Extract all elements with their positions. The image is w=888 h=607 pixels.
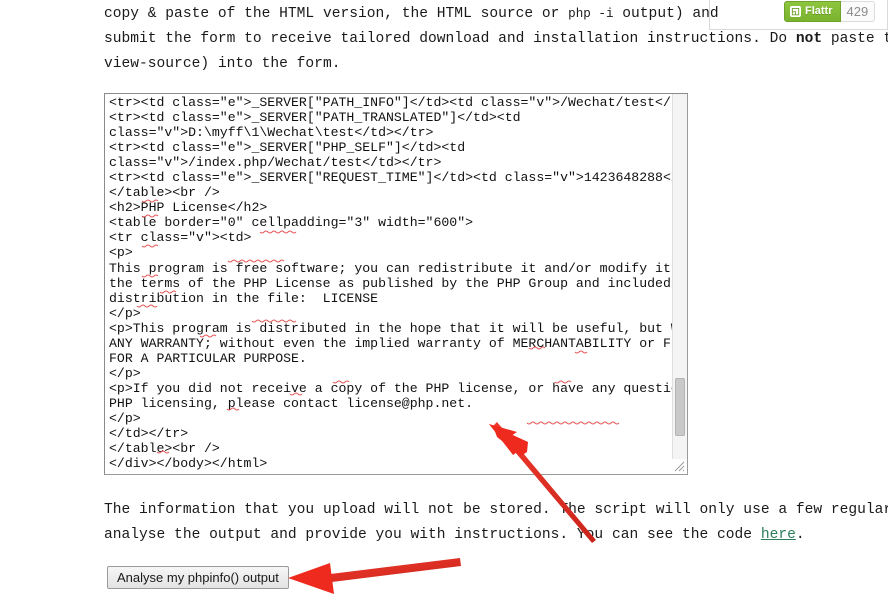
intro-paragraph: copy & paste of the HTML version, the HT…	[104, 2, 888, 77]
outro-line-1: The information that you upload will not…	[104, 502, 888, 518]
analyse-phpinfo-button[interactable]: Analyse my phpinfo() output	[107, 566, 289, 589]
red-arrow-pointing-to-analyse-button	[288, 558, 461, 594]
intro-line-2-part-b: paste the raw H	[830, 31, 888, 47]
here-link[interactable]: here	[761, 527, 796, 543]
outro-line-2-part-b: .	[795, 527, 805, 543]
scrollbar-thumb[interactable]	[675, 378, 685, 436]
intro-line-2-part-a: submit the form to receive tailored down…	[104, 31, 796, 47]
resize-grip-icon[interactable]	[672, 459, 687, 474]
phpinfo-output-textarea[interactable]: <tr><td class="e">_SERVER["PATH_INFO"]</…	[104, 93, 688, 475]
outro-paragraph: The information that you upload will not…	[104, 498, 888, 548]
phpinfo-output-text: <tr><td class="e">_SERVER["PATH_INFO"]</…	[109, 95, 688, 472]
intro-line-1-part-a: copy & paste of the HTML version, the HT…	[104, 6, 569, 22]
intro-line-1-part-b: output) and	[613, 6, 719, 22]
intro-inline-code: php -i	[568, 7, 614, 21]
textarea-vertical-scrollbar[interactable]	[672, 94, 687, 474]
intro-line-3: view-source) into the form.	[104, 56, 341, 72]
outro-line-2-part-a: analyse the output and provide you with …	[104, 527, 761, 543]
intro-line-2-bold: not	[795, 31, 823, 47]
